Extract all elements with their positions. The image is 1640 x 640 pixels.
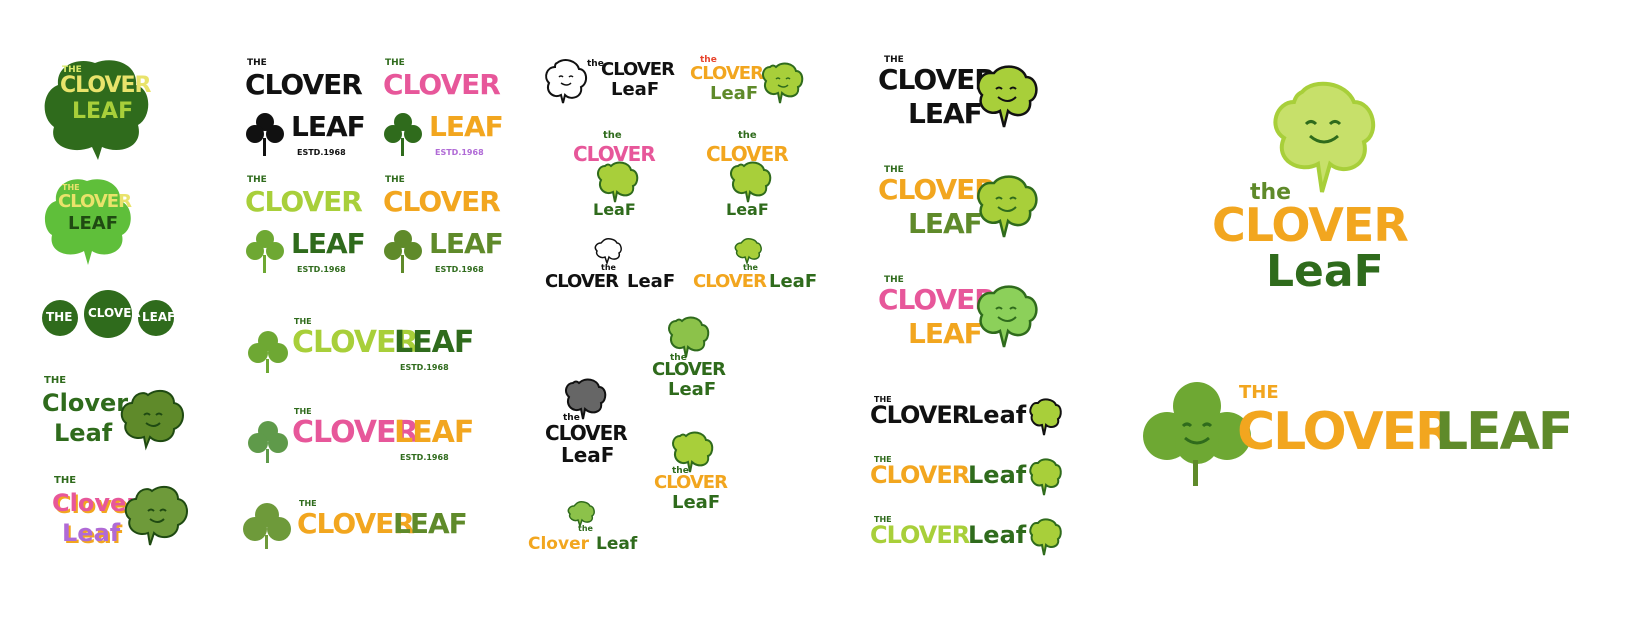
logo-mascot-large-orange: THE CLOVER LEAF [878, 165, 1058, 245]
logo-text-leaf: LeaF [1266, 246, 1384, 297]
logo-mascot-large-rainbow: THE CLOVER LEAF [878, 275, 1058, 355]
clover-mascot-icon [977, 175, 1038, 238]
logo-stack-orange: THE CLOVER LEAF ESTD.1968 [383, 175, 504, 280]
logo-text-leaf: LEAF [291, 227, 366, 260]
logo-text-leaf: LeaF [672, 492, 721, 513]
logo-mascot-stack-orange-mid: the CLOVER LeaF [652, 430, 737, 520]
logo-text-leaf: LeaF [611, 79, 660, 100]
logo-text-the: THE [46, 310, 73, 324]
logo-final-horizontal: THE CLOVER LEAF [1135, 380, 1573, 490]
logo-text-clover: CLOVER [1237, 402, 1455, 462]
logo-text-the: THE [1239, 382, 1279, 403]
clover-mascot-icon [1029, 518, 1062, 556]
logo-text-leaf: LEAF [394, 325, 474, 360]
logo-text-established: ESTD.1968 [400, 453, 449, 462]
logo-stack-rainbow: THE CLOVER LEAF ESTD.1968 [383, 58, 504, 163]
logo-mascot-stack-dark: the CLOVER LeaF [650, 315, 735, 405]
logo-text-leaf: LeaF [769, 271, 818, 292]
logo-mascot-stack-orange: the CLOVER LeaF [706, 130, 791, 220]
logo-horizontal-rainbow: THE CLOVER LEAF ESTD.1968 [248, 405, 474, 470]
logo-mascot-single-black: the CLOVER LeaF [545, 235, 680, 295]
logo-text-leaf: Leaf [596, 534, 638, 554]
logo-text-established: ESTD.1968 [400, 363, 449, 372]
logo-mascot-stack-rainbow: the CLOVER LeaF [573, 130, 658, 220]
logo-final-mascot-stack: the CLOVER LeaF [1210, 80, 1440, 300]
logo-text-clover: CLOVER [654, 472, 728, 493]
logo-mascot-large-black: THE CLOVER LEAF [878, 55, 1058, 135]
logo-text-leaf: LeaF [593, 200, 636, 219]
logo-text-clover: CLOVER [88, 306, 141, 320]
logo-text-leaf: LEAF [68, 213, 118, 234]
logo-text-clover: CLOVER [693, 271, 767, 292]
logo-text-leaf: LEAF [429, 110, 504, 143]
logo-text-leaf: LeaF [668, 379, 717, 400]
logo-mascot-line-small: the Clover Leaf [528, 498, 653, 558]
logo-text-clover: CLOVER [545, 271, 619, 292]
logo-mascot-line-black: the CLOVER LeaF [543, 55, 675, 105]
logo-text-leaf: LeaF [726, 200, 769, 219]
logo-text-the: the [578, 524, 593, 533]
logo-badge-dark: THE CLOVER LEAF [40, 55, 151, 160]
clover-mascot-icon [120, 389, 184, 451]
logo-mascot-single-orange: the CLOVER LeaF [693, 235, 818, 295]
logo-line-lime: THE CLOVER Leaf [870, 515, 1065, 560]
clover-mascot-icon [977, 285, 1038, 348]
logo-stack-lime: THE CLOVER LEAF ESTD.1968 [245, 175, 366, 280]
logo-text-leaf: LeaF [627, 271, 676, 292]
logo-text-clover: CLOVER [58, 191, 132, 212]
logo-text-clover: CLOVER [1212, 198, 1409, 252]
logo-triple-clover: THE CLOVER LEAF [38, 288, 178, 348]
logo-horizontal-orange: THE CLOVER LEAF [243, 495, 468, 555]
logo-text-established: ESTD.1968 [435, 265, 484, 274]
logo-text-established: ESTD.1968 [435, 148, 484, 157]
clover-mascot-icon [124, 485, 188, 546]
logo-text-clover: CLOVER [545, 421, 628, 445]
logo-text-clover: CLOVER [601, 59, 675, 80]
logo-text-clover: Clover [528, 534, 589, 554]
logo-stack-black: THE CLOVER LEAF ESTD.1968 [245, 58, 366, 163]
logo-text-clover: CLOVER [60, 73, 151, 98]
logo-mascot-line-orange: the CLOVER LeaF [690, 55, 815, 105]
logo-text-clover: CLOVER [652, 359, 726, 380]
clover-mascot-icon [977, 65, 1038, 128]
logo-text-leaf: LEAF [72, 99, 134, 124]
logo-badge-bright: THE CLOVER LEAF [42, 175, 132, 265]
logo-text-leaf: LEAF [142, 310, 176, 324]
logo-script-dark: THE Clover Leaf [40, 375, 190, 460]
clover-mascot-icon [1029, 398, 1062, 436]
logo-text-leaf: LEAF [393, 507, 468, 540]
logo-text-leaf: LeaF [561, 443, 615, 467]
logo-text-leaf: LEAF [429, 227, 504, 260]
logo-line-orange: THE CLOVER Leaf [870, 455, 1065, 500]
logo-text-established: ESTD.1968 [297, 148, 346, 157]
clover-mascot-icon [1029, 458, 1062, 496]
logo-text-established: ESTD.1968 [297, 265, 346, 274]
logo-line-black: THE CLOVER Leaf [870, 395, 1065, 440]
logo-horizontal-lime: THE CLOVER LEAF ESTD.1968 [248, 315, 474, 380]
logo-script-rainbow: THE Clover Leaf [48, 475, 198, 560]
logo-mascot-stack-gray: the CLOVER LeaF [543, 375, 633, 475]
logo-text-leaf: LEAF [291, 110, 366, 143]
logo-text-leaf: LEAF [394, 415, 474, 450]
logo-text-leaf: LEAF [1435, 402, 1573, 462]
clover-mascot-icon [762, 62, 804, 104]
